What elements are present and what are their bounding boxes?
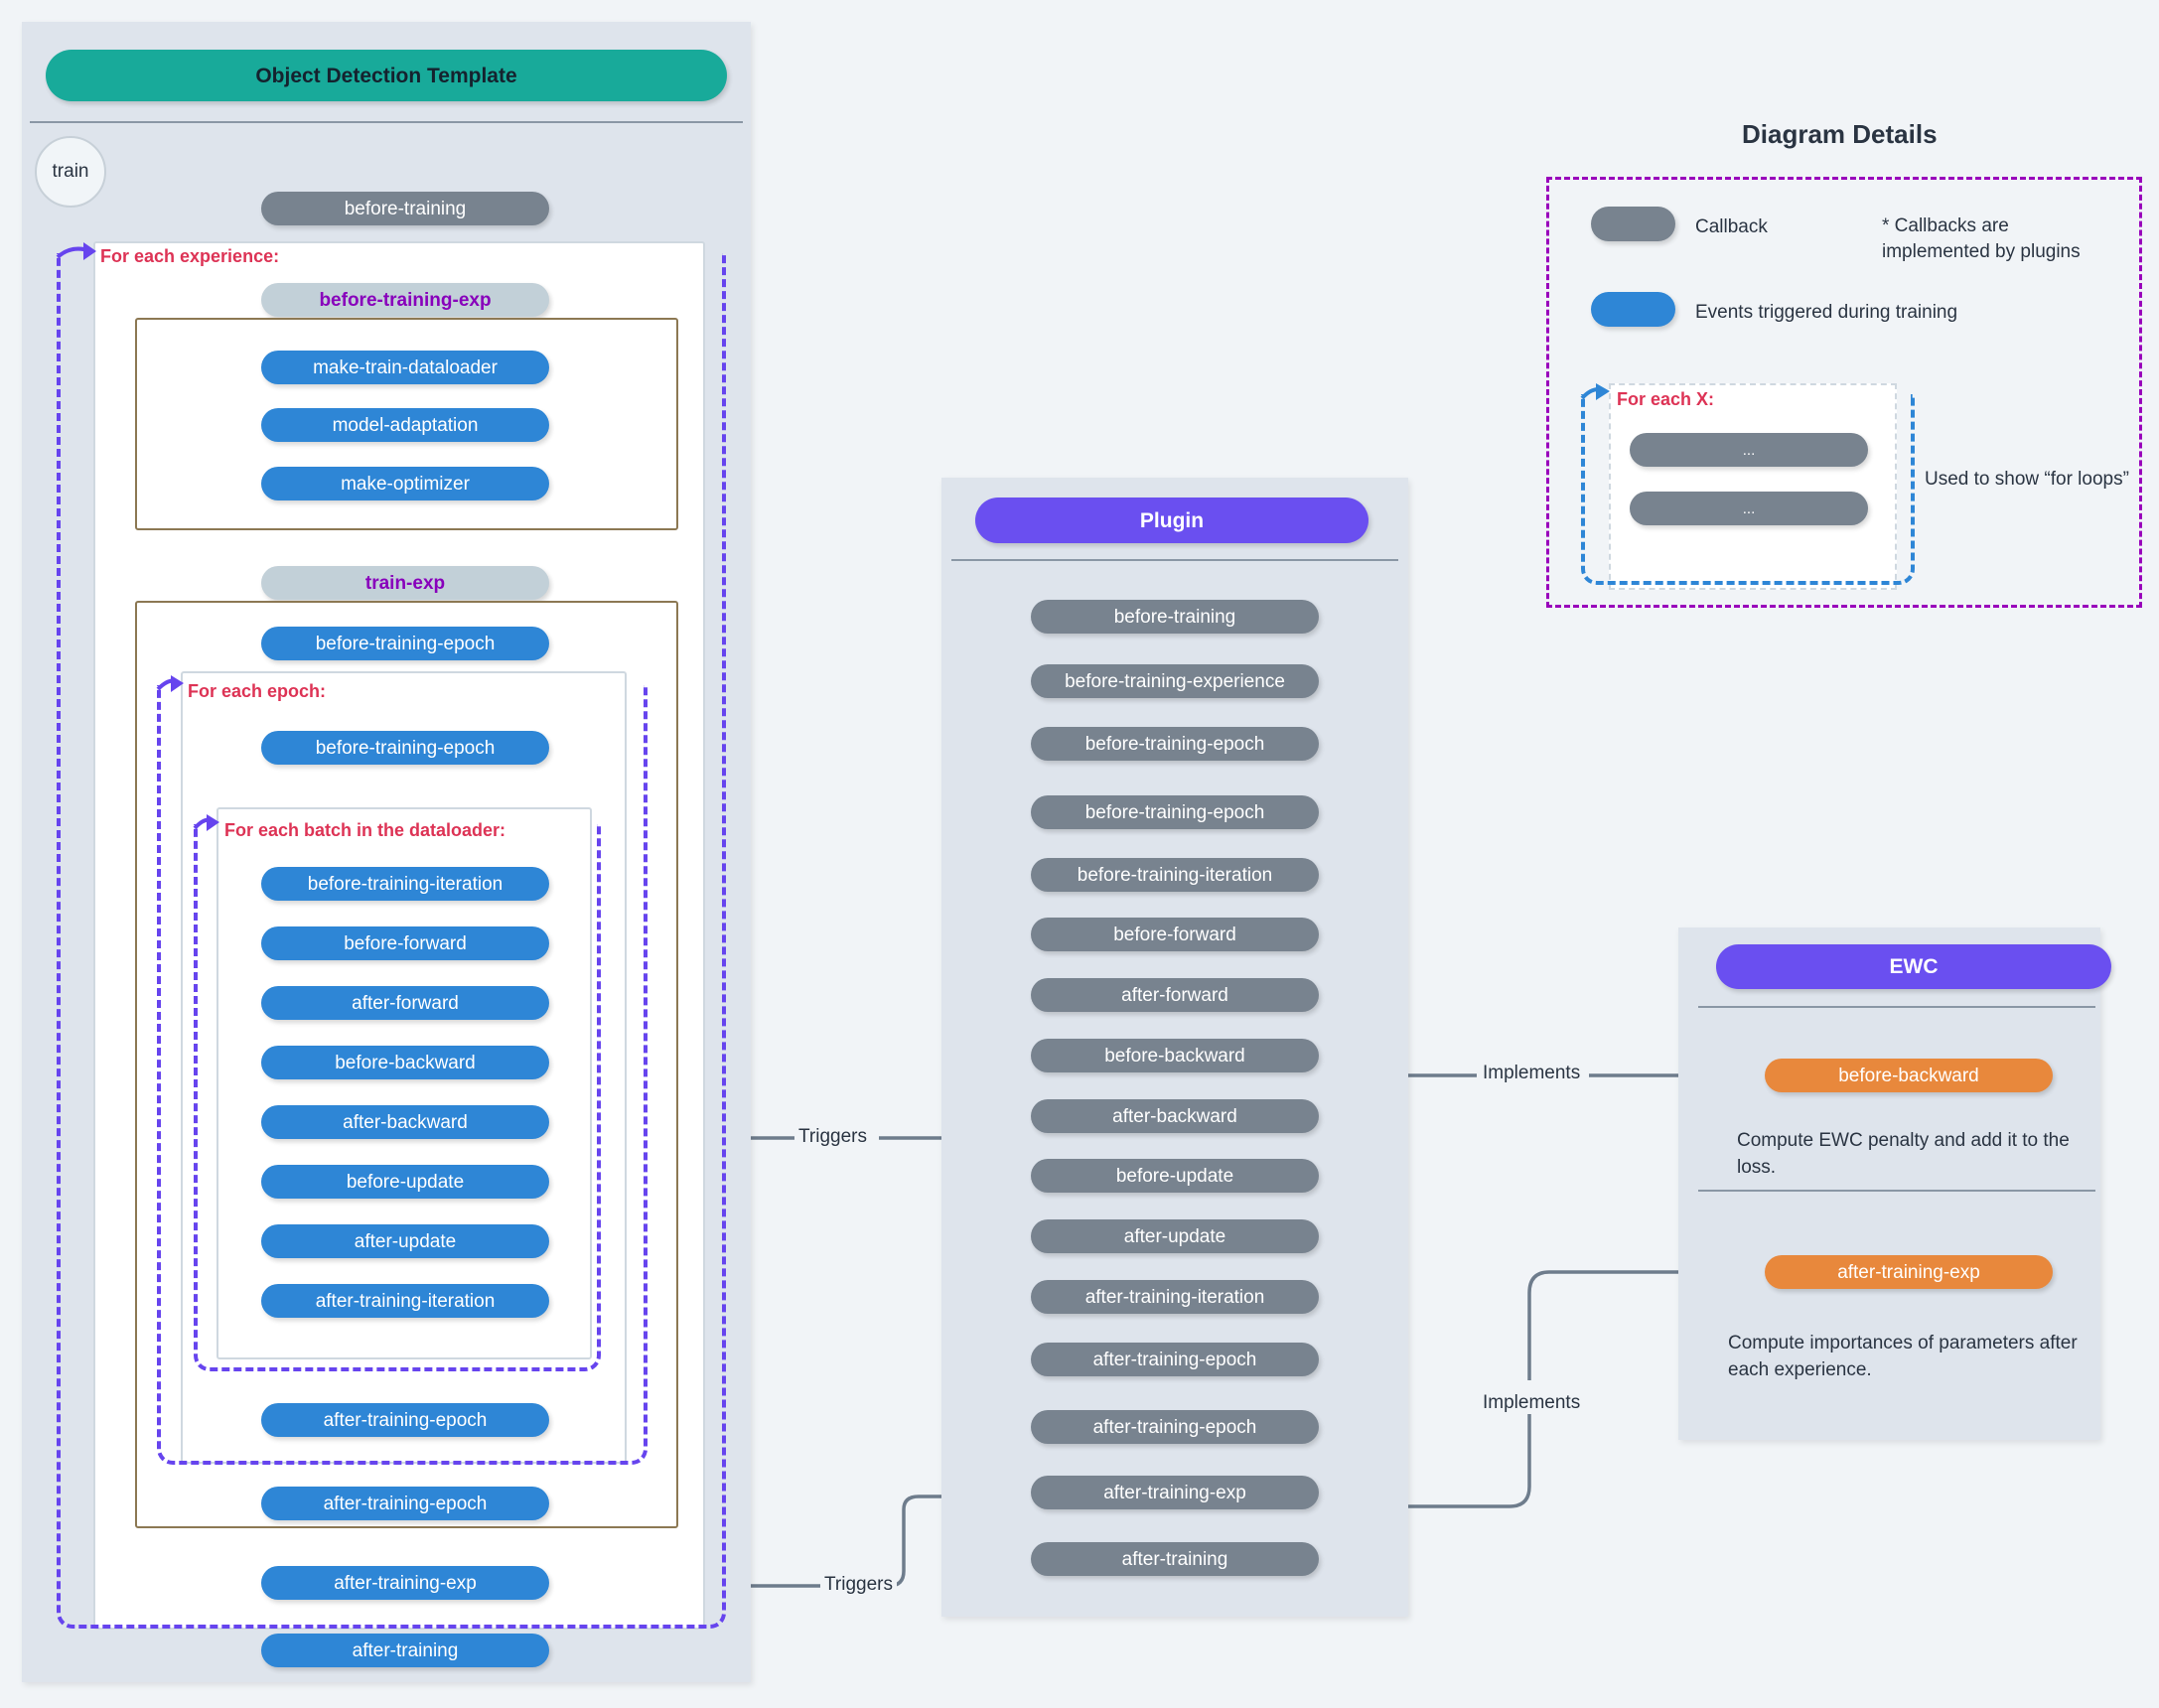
template-title: Object Detection Template [46,50,727,101]
template-before-training[interactable]: before-training [261,192,549,225]
plugin-title: Plugin [975,498,1368,543]
legend-label-event: Events triggered during training [1695,302,1958,323]
plugin-callback-2[interactable]: before-training-epoch [1031,727,1319,761]
template-train-exp[interactable]: train-exp [261,566,549,600]
ewc-description-0: Compute EWC penalty and add it to the lo… [1737,1130,2070,1178]
plugin-callback-10[interactable]: after-update [1031,1219,1319,1253]
template-before-training-exp[interactable]: before-training-exp [261,283,549,317]
details-title: Diagram Details [1742,119,1938,149]
template-after-training[interactable]: after-training [261,1634,549,1667]
plugin-callback-8[interactable]: after-backward [1031,1099,1319,1133]
ewc-rule-top [1698,1006,2095,1008]
loop-example-caption: Used to show “for loops” [1925,469,2129,490]
legend-swatch-event [1591,292,1675,327]
ewc-title: EWC [1716,944,2111,989]
plugin-header-rule [951,559,1398,561]
template-make-optimizer[interactable]: make-optimizer [261,467,549,500]
template-after-update[interactable]: after-update [261,1224,549,1258]
plugin-callback-12[interactable]: after-training-epoch [1031,1343,1319,1376]
edge-label-implements-1: Implements [1479,1063,1585,1084]
plugin-callback-9[interactable]: before-update [1031,1159,1319,1193]
template-model-adaptation[interactable]: model-adaptation [261,408,549,442]
ewc-hook-after-training-exp[interactable]: after-training-exp [1765,1255,2053,1289]
plugin-callback-1[interactable]: before-training-experience [1031,664,1319,698]
ewc-rule-mid [1698,1190,2095,1192]
ewc-hook-before-backward[interactable]: before-backward [1765,1059,2053,1092]
loop-example-item-0: ... [1630,433,1868,467]
template-header-rule [30,121,743,123]
loop-label-batch: For each batch in the dataloader: [224,820,506,840]
template-after-training-iteration[interactable]: after-training-iteration [261,1284,549,1318]
edge-label-triggers-2: Triggers [820,1574,897,1596]
loop-label-experience: For each experience: [100,246,280,266]
loop-example-item-1: ... [1630,492,1868,525]
plugin-callback-6[interactable]: after-forward [1031,978,1319,1012]
plugin-callback-7[interactable]: before-backward [1031,1039,1319,1072]
loop-example-dash [1581,394,1915,585]
template-before-backward[interactable]: before-backward [261,1046,549,1079]
plugin-callback-0[interactable]: before-training [1031,600,1319,634]
template-after-training-exp[interactable]: after-training-exp [261,1566,549,1600]
template-before-training-epoch-outer[interactable]: before-training-epoch [261,627,549,660]
template-before-update[interactable]: before-update [261,1165,549,1199]
plugin-callback-15[interactable]: after-training [1031,1542,1319,1576]
edge-label-implements-2: Implements [1479,1392,1585,1414]
loop-label-epoch: For each epoch: [188,681,327,701]
template-after-forward[interactable]: after-forward [261,986,549,1020]
plugin-callback-3[interactable]: before-training-epoch [1031,795,1319,829]
template-after-backward[interactable]: after-backward [261,1105,549,1139]
plugin-callback-14[interactable]: after-training-exp [1031,1476,1319,1509]
details-footnote: * Callbacks are implemented by plugins [1882,215,2081,262]
legend-swatch-callback [1591,207,1675,241]
template-before-training-epoch-inner[interactable]: before-training-epoch [261,731,549,765]
template-before-forward[interactable]: before-forward [261,926,549,960]
template-make-train-dataloader[interactable]: make-train-dataloader [261,351,549,384]
template-after-training-epoch-inner[interactable]: after-training-epoch [261,1403,549,1437]
template-after-training-epoch-outer[interactable]: after-training-epoch [261,1487,549,1520]
entry-node-train: train [35,136,106,208]
edge-label-triggers-1: Triggers [794,1126,871,1148]
plugin-callback-13[interactable]: after-training-epoch [1031,1410,1319,1444]
plugin-callback-5[interactable]: before-forward [1031,918,1319,951]
plugin-callback-11[interactable]: after-training-iteration [1031,1280,1319,1314]
template-before-training-iteration[interactable]: before-training-iteration [261,867,549,901]
legend-label-callback: Callback [1695,216,1768,237]
ewc-description-1: Compute importances of parameters after … [1728,1333,2078,1380]
plugin-callback-4[interactable]: before-training-iteration [1031,858,1319,892]
